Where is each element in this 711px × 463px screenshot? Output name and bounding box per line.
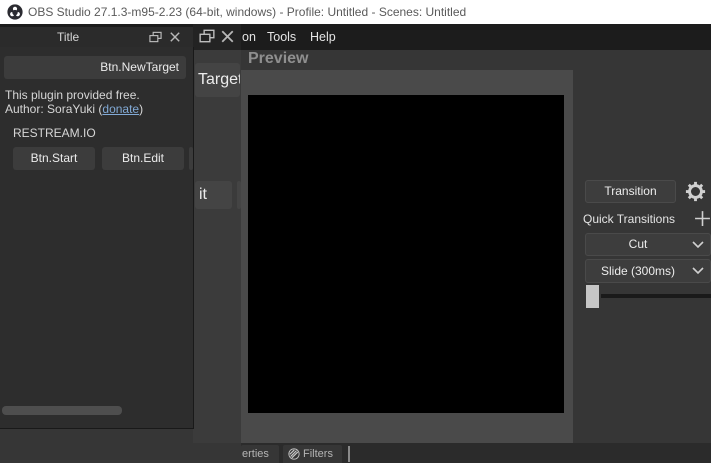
background-panel: Target it <box>193 50 241 443</box>
close-icon[interactable] <box>220 29 235 44</box>
duration-slider-handle[interactable] <box>586 285 599 308</box>
plugin-author-line: Author: SoraYuki (donate) <box>5 102 143 116</box>
restream-section-label: RESTREAM.IO <box>13 126 96 140</box>
dock-splitter-handle[interactable] <box>348 446 350 462</box>
float-dock-icon[interactable] <box>199 29 215 43</box>
gear-icon[interactable] <box>684 180 707 203</box>
menu-item-help[interactable]: Help <box>310 24 336 50</box>
quick-transitions-label: Quick Transitions <box>583 212 675 226</box>
background-new-target-button[interactable]: Target <box>195 63 240 97</box>
float-dock-icon[interactable] <box>149 31 162 43</box>
chevron-down-icon <box>692 267 704 275</box>
author-text-suffix: ) <box>139 102 143 116</box>
chevron-down-icon <box>692 241 704 249</box>
filters-icon <box>288 448 300 460</box>
start-button[interactable]: Btn.Start <box>13 147 95 170</box>
scene-transition-select[interactable]: Cut <box>585 233 711 256</box>
obs-logo-icon <box>7 4 23 20</box>
quick-transition-value: Slide (300ms) <box>586 260 690 282</box>
tab-filters-label: Filters <box>303 445 333 463</box>
plugin-panel-title: Title <box>57 27 79 47</box>
os-titlebar: OBS Studio 27.1.3-m95-2.23 (64-bit, wind… <box>0 0 711 24</box>
edit-button[interactable]: Btn.Edit <box>102 147 184 170</box>
duration-slider-groove <box>601 294 711 298</box>
bottom-tab-bar: erties Filters <box>241 443 711 463</box>
plugin-free-text: This plugin provided free. <box>5 88 140 102</box>
donate-link[interactable]: donate <box>102 102 139 116</box>
new-target-button[interactable]: Btn.NewTarget <box>4 56 186 79</box>
clipped-button-fragment[interactable] <box>189 147 193 170</box>
tab-filters[interactable]: Filters <box>283 445 342 463</box>
background-button-fragment[interactable] <box>237 181 241 209</box>
quick-transition-select[interactable]: Slide (300ms) <box>585 259 711 283</box>
scene-transition-value: Cut <box>586 234 690 255</box>
tab-properties[interactable]: erties <box>241 445 279 463</box>
author-text: Author: SoraYuki ( <box>5 102 102 116</box>
menu-item-clipped[interactable]: on <box>242 24 256 50</box>
horizontal-scrollbar-thumb[interactable] <box>2 406 122 415</box>
preview-canvas[interactable] <box>248 95 564 413</box>
transition-button[interactable]: Transition <box>585 180 676 203</box>
menu-item-tools[interactable]: Tools <box>267 24 296 50</box>
close-icon[interactable] <box>169 31 181 43</box>
preview-label: Preview <box>248 50 308 68</box>
plugin-panel: Btn.NewTarget This plugin provided free.… <box>0 47 194 429</box>
plugin-panel-titlebar[interactable]: Title <box>0 27 193 47</box>
plus-icon[interactable] <box>694 210 711 227</box>
obs-window: OBS Studio 27.1.3-m95-2.23 (64-bit, wind… <box>0 0 711 463</box>
tab-properties-label: erties <box>242 445 269 463</box>
background-edit-button[interactable]: it <box>195 181 232 209</box>
window-title: OBS Studio 27.1.3-m95-2.23 (64-bit, wind… <box>28 0 466 24</box>
